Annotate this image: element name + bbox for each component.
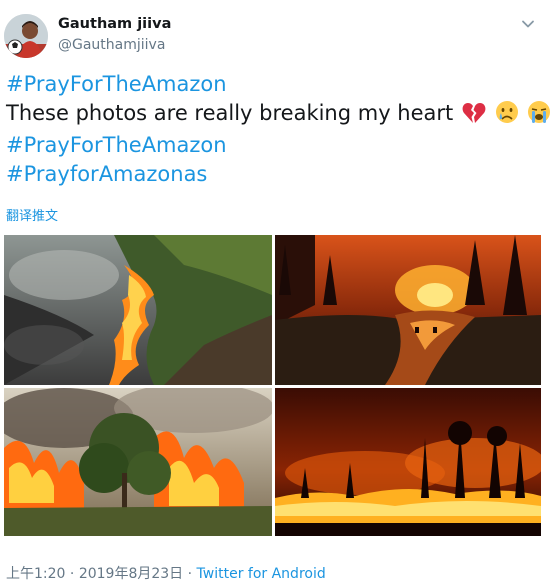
tweet-photo-1[interactable] xyxy=(4,235,272,385)
translate-tweet-link[interactable]: 翻译推文 xyxy=(6,205,58,224)
tweet-card: Gautham jiiva @Gauthamjiiva #PrayForTheA… xyxy=(0,0,550,588)
tweet-photo-3[interactable] xyxy=(4,388,272,536)
broken-heart-icon xyxy=(462,102,486,132)
hashtag-link[interactable]: #PrayforAmazonas xyxy=(6,162,207,186)
forest-fire-river-photo-icon xyxy=(275,235,541,385)
user-avatar[interactable] xyxy=(4,14,48,58)
forest-fire-trees-photo-icon xyxy=(4,388,272,536)
hashtag-link[interactable]: #PrayForTheAmazon xyxy=(6,133,227,157)
tweet-sentence: These photos are really breaking my hear… xyxy=(6,100,454,125)
loudly-crying-face-icon xyxy=(527,100,550,132)
profile-photo-icon xyxy=(4,14,48,58)
crying-face-icon xyxy=(495,100,519,132)
tweet-menu-chevron-down-icon[interactable] xyxy=(520,16,536,32)
tweet-metadata: 上午1:20 · 2019年8月23日 · Twitter for Androi… xyxy=(6,563,326,583)
night-forest-fire-photo-icon xyxy=(275,388,541,536)
tweet-text: #PrayForTheAmazon These photos are reall… xyxy=(6,70,550,188)
hashtag-link[interactable]: #PrayForTheAmazon xyxy=(6,72,227,96)
user-handle[interactable]: @Gauthamjiiva xyxy=(58,37,165,53)
display-name[interactable]: Gautham jiiva xyxy=(58,16,171,32)
tweet-source-link[interactable]: Twitter for Android xyxy=(197,566,326,582)
meta-separator: · xyxy=(187,566,193,582)
tweet-photo-2[interactable] xyxy=(275,235,541,385)
tweet-time[interactable]: 上午1:20 xyxy=(6,566,65,582)
burning-grass-photo-icon xyxy=(4,235,272,385)
tweet-photo-4[interactable] xyxy=(275,388,541,536)
tweet-date[interactable]: 2019年8月23日 xyxy=(79,566,183,582)
meta-separator: · xyxy=(69,566,75,582)
